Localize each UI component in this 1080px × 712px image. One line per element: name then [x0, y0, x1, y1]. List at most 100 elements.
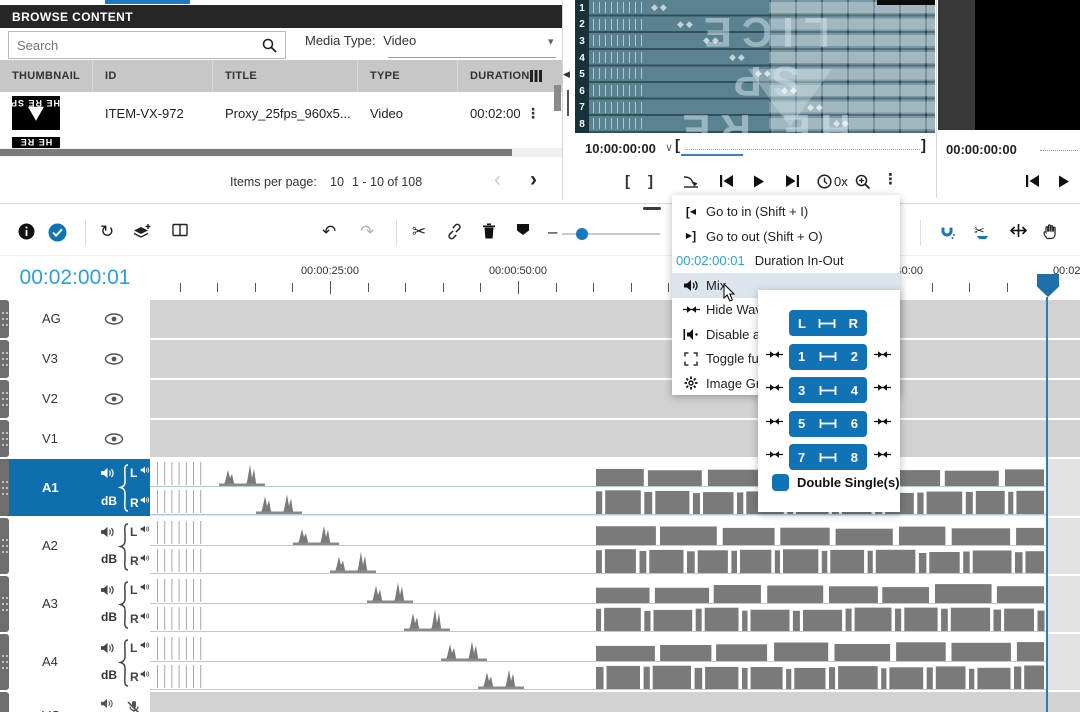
- source-speed-label[interactable]: 0x: [834, 175, 848, 188]
- channel-pair-button-l-r[interactable]: LR: [789, 310, 867, 336]
- table-row[interactable]: HE RE SP LICE ITEM-VX-972 Proxy_25fps_96…: [0, 92, 562, 134]
- marker-icon[interactable]: [516, 223, 530, 236]
- speaker-icon[interactable]: [100, 467, 115, 479]
- split-view-icon[interactable]: [172, 223, 188, 237]
- track-header-v1[interactable]: V1: [0, 420, 150, 457]
- panel-resize-handle[interactable]: [567, 90, 569, 116]
- timeline-ruler[interactable]: 00:00:25:0000:00:50:0000:01:15:0000:01:4…: [150, 255, 1080, 299]
- menu-item-go-to-out-shift-o[interactable]: ▶]Go to out (Shift + O): [672, 224, 900, 249]
- speaker-icon[interactable]: [140, 525, 150, 533]
- channel-pair-button-5-6[interactable]: 56: [789, 411, 867, 437]
- video-track-timeline[interactable]: [150, 380, 1080, 418]
- audio-clip-lane[interactable]: [150, 459, 1046, 487]
- eye-icon[interactable]: [104, 313, 124, 325]
- speaker-icon[interactable]: [100, 698, 114, 709]
- vertical-scrollbar[interactable]: [553, 62, 562, 148]
- unlink-icon[interactable]: [446, 223, 463, 240]
- audio-clip-lane[interactable]: [150, 662, 1046, 690]
- next-page-icon[interactable]: ›: [530, 168, 537, 192]
- video-track-timeline[interactable]: [150, 340, 1080, 378]
- track-header-a4[interactable]: A4dBLR: [0, 634, 150, 690]
- track-header-a1[interactable]: A1dBLR: [0, 459, 150, 516]
- media-type-dropdown[interactable]: Media Type: Video ▾: [305, 33, 557, 57]
- track-drag-handle[interactable]: [0, 340, 9, 378]
- chevron-down-icon[interactable]: ▾: [548, 35, 554, 48]
- search-input[interactable]: [9, 38, 262, 53]
- record-player-video[interactable]: [938, 0, 1080, 130]
- col-id[interactable]: ID: [93, 60, 213, 92]
- razor-icon[interactable]: ✂: [974, 223, 991, 240]
- menu-item-go-to-in-shift-i[interactable]: [◀Go to in (Shift + I): [672, 199, 900, 224]
- record-play-icon[interactable]: [1058, 175, 1070, 188]
- source-scrub-bar[interactable]: [685, 149, 920, 150]
- video-track-timeline[interactable]: [150, 300, 1080, 338]
- speaker-icon[interactable]: [140, 583, 150, 591]
- add-layers-icon[interactable]: [132, 223, 152, 239]
- audio-clip-lane[interactable]: [150, 487, 1046, 515]
- col-title[interactable]: TITLE: [213, 60, 358, 92]
- mark-out-handle[interactable]: ]: [921, 137, 926, 154]
- info-icon[interactable]: [18, 223, 35, 240]
- audio-clip-lane[interactable]: [150, 634, 1046, 662]
- track-header-v3[interactable]: V3: [0, 340, 150, 378]
- undo-icon[interactable]: ↶: [322, 223, 336, 240]
- db-label[interactable]: dB: [101, 668, 117, 682]
- audio-clip-lane[interactable]: [150, 546, 1046, 574]
- track-drag-handle[interactable]: [0, 300, 9, 338]
- source-prev-frame-icon[interactable]: [720, 175, 733, 187]
- col-thumbnail[interactable]: THUMBNAIL: [0, 60, 93, 92]
- mic-off-icon[interactable]: [126, 700, 141, 712]
- eye-icon[interactable]: [104, 433, 124, 445]
- zoom-slider-knob[interactable]: [576, 228, 588, 240]
- eye-icon[interactable]: [104, 393, 124, 405]
- zoom-out-minus-icon[interactable]: –: [548, 223, 557, 240]
- track-drag-handle[interactable]: [0, 518, 9, 574]
- record-scrub-bar[interactable]: [1040, 150, 1078, 151]
- left-channel-label[interactable]: L: [130, 525, 137, 539]
- menu-item-duration-in-out[interactable]: 00:02:00:01Duration In-Out: [672, 248, 900, 273]
- right-channel-label[interactable]: R: [130, 612, 139, 626]
- source-kebab-icon[interactable]: ⋮: [883, 172, 898, 187]
- right-channel-label[interactable]: R: [130, 554, 139, 568]
- left-channel-label[interactable]: L: [130, 583, 137, 597]
- speaker-icon[interactable]: [100, 584, 115, 596]
- db-label[interactable]: dB: [101, 552, 117, 566]
- source-mark-in-button[interactable]: [: [625, 174, 630, 189]
- search-icon[interactable]: [262, 38, 277, 53]
- video-track-timeline[interactable]: [150, 420, 1080, 457]
- reset-icon[interactable]: ↻: [100, 223, 114, 240]
- speaker-icon[interactable]: [140, 466, 150, 474]
- col-type[interactable]: TYPE: [358, 60, 458, 92]
- record-prev-frame-icon[interactable]: [1026, 175, 1039, 187]
- track-drag-handle[interactable]: [0, 459, 9, 516]
- column-settings-icon[interactable]: [530, 69, 544, 83]
- redo-icon[interactable]: ↷: [360, 223, 374, 240]
- channel-pair-button-7-8[interactable]: 78: [789, 444, 867, 470]
- db-label[interactable]: dB: [101, 610, 117, 624]
- zoom-slider[interactable]: [562, 233, 660, 235]
- select-check-icon[interactable]: [48, 223, 67, 242]
- track-header-vo[interactable]: VO: [0, 692, 150, 712]
- speaker-icon[interactable]: [140, 641, 150, 649]
- track-drag-handle[interactable]: [0, 420, 9, 457]
- source-speed-icon[interactable]: [817, 174, 832, 189]
- table-row-partial[interactable]: HE RE: [12, 137, 60, 148]
- horizontal-scrollbar[interactable]: [0, 148, 562, 157]
- scissors-icon[interactable]: ✂: [412, 223, 426, 240]
- source-next-frame-icon[interactable]: [786, 175, 799, 187]
- collapse-panel-icon[interactable]: ◀: [563, 69, 570, 80]
- track-header-a3[interactable]: A3dBLR: [0, 576, 150, 632]
- record-timecode[interactable]: 00:00:00:00: [946, 142, 1017, 157]
- audio-track-timeline[interactable]: [150, 692, 1080, 712]
- track-drag-handle[interactable]: [0, 380, 9, 418]
- track-header-v2[interactable]: V2: [0, 380, 150, 418]
- source-play-icon[interactable]: [753, 175, 765, 188]
- timecode-dropdown-icon[interactable]: ∨: [665, 141, 673, 154]
- track-header-a2[interactable]: A2dBLR: [0, 518, 150, 574]
- double-singles-checkbox[interactable]: [772, 474, 789, 491]
- left-channel-label[interactable]: L: [130, 466, 137, 480]
- trash-icon[interactable]: [482, 223, 496, 239]
- speaker-icon[interactable]: [100, 526, 115, 538]
- trim-icon[interactable]: [1010, 223, 1027, 238]
- prev-page-icon[interactable]: ‹: [494, 168, 501, 192]
